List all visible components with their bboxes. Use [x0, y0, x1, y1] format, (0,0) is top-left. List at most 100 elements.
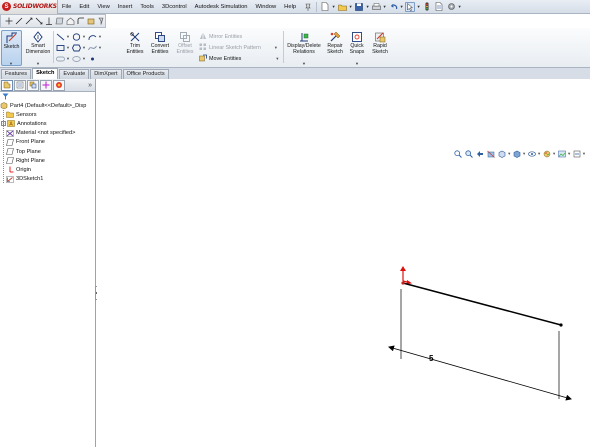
quick-snaps-dropdown-icon[interactable]: ▼: [355, 61, 359, 66]
tree-item-top-plane[interactable]: Top Plane: [0, 147, 95, 156]
menu-3dcontrol[interactable]: 3Dcontrol: [158, 0, 191, 14]
polygon-dropdown-icon[interactable]: ▼: [82, 45, 86, 50]
sketch-dropdown-icon[interactable]: ▼: [9, 61, 13, 66]
spline-tool[interactable]: ▼: [88, 42, 104, 53]
print-icon[interactable]: [371, 2, 381, 12]
new-document-icon[interactable]: [320, 2, 330, 12]
menu-edit[interactable]: Edit: [75, 0, 93, 14]
sketch-line-end-point[interactable]: [559, 323, 563, 327]
tree-item-material[interactable]: Material <not specified>: [0, 129, 95, 138]
tree-item-sensors[interactable]: Sensors: [0, 110, 95, 119]
smart-dimension-dropdown-icon[interactable]: ▼: [36, 61, 40, 66]
circle-tool[interactable]: ▼: [72, 31, 88, 42]
tree-item-3dsketch1[interactable]: 3DSketch1: [0, 175, 95, 184]
tree-item-right-plane[interactable]: Right Plane: [0, 156, 95, 165]
configuration-manager-tab[interactable]: [27, 79, 39, 91]
offset-entities-button[interactable]: Offset Entities: [174, 30, 196, 66]
tree-item-front-plane[interactable]: Front Plane: [0, 138, 95, 147]
rectangle-tool[interactable]: ▼: [56, 42, 72, 53]
dimxpert-manager-tab[interactable]: [40, 79, 52, 91]
tab-office-products[interactable]: Office Products: [122, 69, 169, 79]
relations-dropdown-icon[interactable]: ▼: [302, 61, 306, 66]
home-icon[interactable]: [66, 16, 75, 26]
line-icon[interactable]: [15, 16, 23, 26]
sketch-origin-icon[interactable]: [400, 266, 412, 285]
open-dropdown-icon[interactable]: ▼: [348, 4, 353, 9]
select-icon[interactable]: [405, 1, 416, 12]
linear-pattern-dropdown-icon[interactable]: ▼: [274, 45, 278, 50]
options-icon[interactable]: [446, 2, 456, 12]
rebuild-icon[interactable]: [422, 2, 432, 12]
options-dropdown-icon[interactable]: ▼: [457, 4, 462, 9]
circle-dropdown-icon[interactable]: ▼: [82, 34, 86, 39]
arc-tool[interactable]: ▼: [88, 31, 104, 42]
sketch-line-start-point[interactable]: [401, 281, 405, 285]
tab-dimxpert[interactable]: DimXpert: [90, 69, 122, 79]
display-manager-tab[interactable]: [53, 79, 65, 91]
slot-tool[interactable]: ▼: [56, 53, 72, 64]
save-dropdown-icon[interactable]: ▼: [365, 4, 370, 9]
panel-more-icon[interactable]: »: [88, 82, 92, 89]
tab-evaluate[interactable]: Evaluate: [59, 69, 90, 79]
rapid-sketch-button[interactable]: Rapid Sketch: [369, 30, 391, 66]
new-dropdown-icon[interactable]: ▼: [331, 4, 336, 9]
property-manager-tab[interactable]: [14, 79, 26, 91]
trim-entities-button[interactable]: Trim Entities: [124, 30, 146, 66]
ellipse-tool[interactable]: ▼: [72, 53, 88, 64]
filter-icon[interactable]: [2, 93, 9, 100]
expand-icon[interactable]: +: [1, 121, 6, 127]
tree-item-origin[interactable]: Origin: [0, 165, 95, 174]
print-dropdown-icon[interactable]: ▼: [382, 4, 387, 9]
feature-manager-tab[interactable]: [1, 79, 13, 91]
tree-root-part[interactable]: Part4 (Default<<Default>_Disp: [0, 101, 95, 110]
undo-icon[interactable]: [388, 2, 398, 12]
point-tool[interactable]: [88, 53, 104, 64]
convert-entities-button[interactable]: Convert Entities: [148, 30, 172, 66]
rectangle-dropdown-icon[interactable]: ▼: [66, 45, 70, 50]
menu-view[interactable]: View: [93, 0, 113, 14]
arc-dropdown-icon[interactable]: ▼: [98, 34, 102, 39]
undo-dropdown-icon[interactable]: ▼: [399, 4, 404, 9]
pin-icon[interactable]: [303, 2, 313, 12]
arc-icon[interactable]: [25, 16, 33, 26]
graphics-area[interactable]: ▼ ▼ ▼ ▼ ▼ ▼ 5: [97, 79, 590, 447]
plane-icon[interactable]: [55, 16, 64, 26]
line-tool[interactable]: ▼: [56, 31, 72, 42]
menu-tools[interactable]: Tools: [136, 0, 158, 14]
point-icon[interactable]: [5, 16, 13, 26]
fillet-icon[interactable]: [77, 16, 85, 26]
dimension-line[interactable]: [388, 345, 572, 401]
menu-window[interactable]: Window: [252, 0, 281, 14]
select-dropdown-icon[interactable]: ▼: [416, 4, 421, 9]
mirror-entities-button[interactable]: Mirror Entities: [198, 31, 279, 42]
open-icon[interactable]: [337, 2, 347, 12]
menu-help[interactable]: Help: [280, 0, 300, 14]
linear-sketch-pattern-button[interactable]: Linear Sketch Pattern ▼: [198, 42, 279, 53]
menu-bar: S SOLIDWORKS File Edit View Insert Tools…: [0, 0, 590, 14]
sketch-line[interactable]: [402, 282, 562, 326]
trim-icon[interactable]: [87, 16, 95, 26]
save-icon[interactable]: [354, 2, 364, 12]
tab-features[interactable]: Features: [1, 69, 32, 79]
tree-item-annotations[interactable]: + A Annotations: [0, 119, 95, 128]
smart-dimension-icon[interactable]: [45, 16, 53, 26]
help-icon[interactable]: [97, 16, 105, 26]
move-entities-button[interactable]: Move Entities ▼: [198, 53, 279, 64]
line-dropdown-icon[interactable]: ▼: [66, 34, 70, 39]
menu-insert[interactable]: Insert: [114, 0, 137, 14]
tab-sketch[interactable]: Sketch: [32, 68, 59, 79]
file-properties-icon[interactable]: [434, 2, 444, 12]
repair-sketch-button[interactable]: Repair Sketch: [324, 30, 346, 66]
menu-file[interactable]: File: [58, 0, 75, 14]
repair-sketch-icon: [328, 30, 342, 43]
spline-icon[interactable]: [35, 16, 43, 26]
ellipse-dropdown-icon[interactable]: ▼: [82, 56, 86, 61]
polygon-tool[interactable]: ▼: [72, 42, 88, 53]
dimension-value[interactable]: 5: [429, 354, 434, 363]
tree-item-label: Annotations: [17, 120, 47, 127]
menu-autodesk-simulation[interactable]: Autodesk Simulation: [191, 0, 252, 14]
solidworks-logo[interactable]: S SOLIDWORKS: [0, 0, 58, 14]
move-dropdown-icon[interactable]: ▼: [275, 56, 279, 61]
slot-dropdown-icon[interactable]: ▼: [66, 56, 70, 61]
spline-dropdown-icon[interactable]: ▼: [98, 45, 102, 50]
